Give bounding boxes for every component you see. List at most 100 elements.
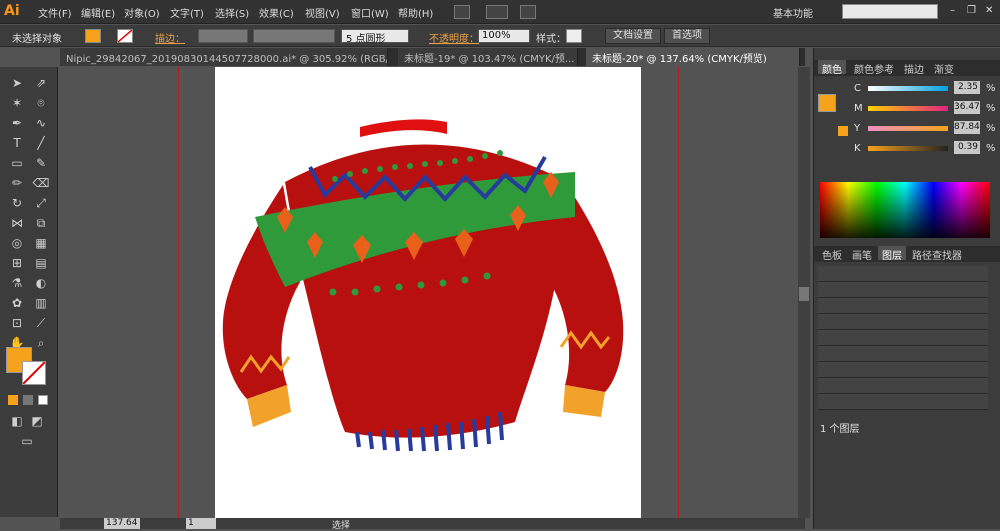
tab-swatches[interactable]: 色板	[818, 246, 846, 262]
none-mode-icon[interactable]	[38, 395, 48, 405]
slider-c[interactable]	[868, 86, 948, 91]
type-tool-icon[interactable]: T	[8, 135, 26, 151]
workspace-switcher[interactable]: 基本功能	[773, 5, 813, 20]
bridge-icon[interactable]	[454, 5, 470, 19]
value-c[interactable]: 2.35	[954, 81, 980, 94]
graph-tool-icon[interactable]: ▥	[32, 295, 50, 311]
lasso-icon[interactable]: ⌾	[32, 95, 50, 111]
eyedropper-icon[interactable]: ⚗	[8, 275, 26, 291]
scroll-thumb[interactable]	[799, 287, 809, 301]
selection-status: 未选择对象	[12, 34, 62, 45]
stroke-color-box[interactable]	[22, 361, 46, 385]
free-transform-icon[interactable]: ⧉	[32, 215, 50, 231]
layer-row[interactable]	[818, 346, 988, 362]
layer-row[interactable]	[818, 266, 988, 282]
symbol-sprayer-icon[interactable]: ✿	[8, 295, 26, 311]
draw-mode-icon[interactable]: ◧	[8, 413, 26, 429]
layer-row[interactable]	[818, 362, 988, 378]
screen-mode-icon[interactable]: ▭	[18, 433, 36, 449]
perspective-grid-icon[interactable]: ▦	[32, 235, 50, 251]
menu-type[interactable]: 文字(T)	[170, 5, 204, 20]
tab-untitled-20[interactable]: 未标题-20* @ 137.64% (CMYK/预览)	[586, 48, 800, 66]
menu-view[interactable]: 视图(V)	[305, 5, 340, 20]
paintbrush-icon[interactable]: ✎	[32, 155, 50, 171]
width-tool-icon[interactable]: ⋈	[8, 215, 26, 231]
rotate-icon[interactable]: ↻	[8, 195, 26, 211]
direct-selection-tool-icon[interactable]: ⇗	[32, 75, 50, 91]
curvature-icon[interactable]: ∿	[32, 115, 50, 131]
eraser-icon[interactable]: ⌫	[32, 175, 50, 191]
zoom-field[interactable]: 137.64	[104, 518, 140, 529]
blend-icon[interactable]: ◐	[32, 275, 50, 291]
layer-row[interactable]	[818, 314, 988, 330]
menu-file[interactable]: 文件(F)	[38, 5, 72, 20]
document-setup-button[interactable]: 文档设置	[605, 28, 661, 44]
gradient-mode-icon[interactable]	[23, 395, 33, 405]
menu-effect[interactable]: 效果(C)	[259, 5, 294, 20]
brush-dropdown[interactable]: 5 点圆形	[341, 29, 409, 45]
scale-icon[interactable]: ⤢	[32, 195, 50, 211]
vertical-scrollbar[interactable]	[798, 67, 810, 518]
stroke-weight-dropdown[interactable]	[198, 29, 248, 43]
tab-color[interactable]: 颜色	[818, 60, 846, 76]
magic-wand-icon[interactable]: ✶	[8, 95, 26, 111]
selection-tool-icon[interactable]: ➤	[8, 75, 26, 91]
tab-pathfinder[interactable]: 路径查找器	[908, 246, 966, 262]
tab-gradient[interactable]: 渐变	[930, 60, 958, 76]
stroke-swatch[interactable]	[117, 29, 133, 43]
menu-object[interactable]: 对象(O)	[124, 5, 160, 20]
layer-row[interactable]	[818, 298, 988, 314]
tab-untitled-19[interactable]: 未标题-19* @ 103.47% (CMYK/预...	[398, 48, 578, 66]
color-fill-proxy[interactable]	[818, 94, 836, 112]
tab-color-guide[interactable]: 颜色参考	[850, 60, 898, 76]
minimize-icon[interactable]: –	[950, 5, 955, 16]
value-m[interactable]: 36.47	[954, 101, 980, 114]
shape-builder-icon[interactable]: ◎	[8, 235, 26, 251]
tab-layers[interactable]: 图层	[878, 246, 906, 262]
layer-row[interactable]	[818, 394, 988, 410]
layer-row[interactable]	[818, 282, 988, 298]
arrange-documents-icon[interactable]	[486, 5, 508, 19]
tab-brushes[interactable]: 画笔	[848, 246, 876, 262]
slider-k[interactable]	[868, 146, 948, 151]
menu-edit[interactable]: 编辑(E)	[81, 5, 115, 20]
value-k[interactable]: 0.39	[954, 141, 980, 154]
rectangle-tool-icon[interactable]: ▭	[8, 155, 26, 171]
color-spectrum[interactable]	[820, 182, 990, 238]
artboard-tool-icon[interactable]: ⊡	[8, 315, 26, 331]
layer-row[interactable]	[818, 330, 988, 346]
value-y[interactable]: 87.84	[954, 121, 980, 134]
preferences-button[interactable]: 首选项	[664, 28, 710, 44]
draw-inside-icon[interactable]: ◩	[28, 413, 46, 429]
style-swatch[interactable]	[566, 29, 582, 43]
line-tool-icon[interactable]: ╱	[32, 135, 50, 151]
color-mode-icon[interactable]	[8, 395, 18, 405]
restore-icon[interactable]: ❐	[967, 5, 976, 16]
variable-width-dropdown[interactable]	[253, 29, 335, 43]
menu-window[interactable]: 窗口(W)	[351, 5, 389, 20]
color-stroke-proxy[interactable]	[838, 126, 848, 136]
slice-tool-icon[interactable]: ⟋	[32, 315, 50, 331]
menu-help[interactable]: 帮助(H)	[398, 5, 433, 20]
zoom-tool-icon[interactable]: ⌕	[32, 335, 50, 351]
slider-y[interactable]	[868, 126, 948, 131]
tools-panel: ➤ ⇗ ✶ ⌾ ✒ ∿ T ╱ ▭ ✎ ✏ ⌫ ↻ ⤢ ⋈ ⧉ ◎ ▦ ⊞ ▤ …	[0, 67, 58, 517]
sync-icon[interactable]	[520, 5, 536, 19]
fill-swatch[interactable]	[85, 29, 101, 43]
opacity-field[interactable]: 100%	[478, 29, 530, 43]
opacity-label[interactable]: 不透明度：	[429, 30, 479, 45]
tab-stroke[interactable]: 描边	[900, 60, 928, 76]
slider-m[interactable]	[868, 106, 948, 111]
mesh-icon[interactable]: ⊞	[8, 255, 26, 271]
artboard[interactable]	[215, 67, 641, 518]
pen-tool-icon[interactable]: ✒	[8, 115, 26, 131]
search-input[interactable]	[842, 4, 938, 19]
stroke-label[interactable]: 描边：	[155, 30, 185, 45]
tab-nipic[interactable]: Nipic_29842067_20190830144507728000.ai* …	[60, 48, 388, 66]
close-icon[interactable]: ✕	[985, 5, 993, 16]
page-field[interactable]: 1	[186, 518, 216, 529]
gradient-icon[interactable]: ▤	[32, 255, 50, 271]
layer-row[interactable]	[818, 378, 988, 394]
menu-select[interactable]: 选择(S)	[215, 5, 249, 20]
pencil-icon[interactable]: ✏	[8, 175, 26, 191]
